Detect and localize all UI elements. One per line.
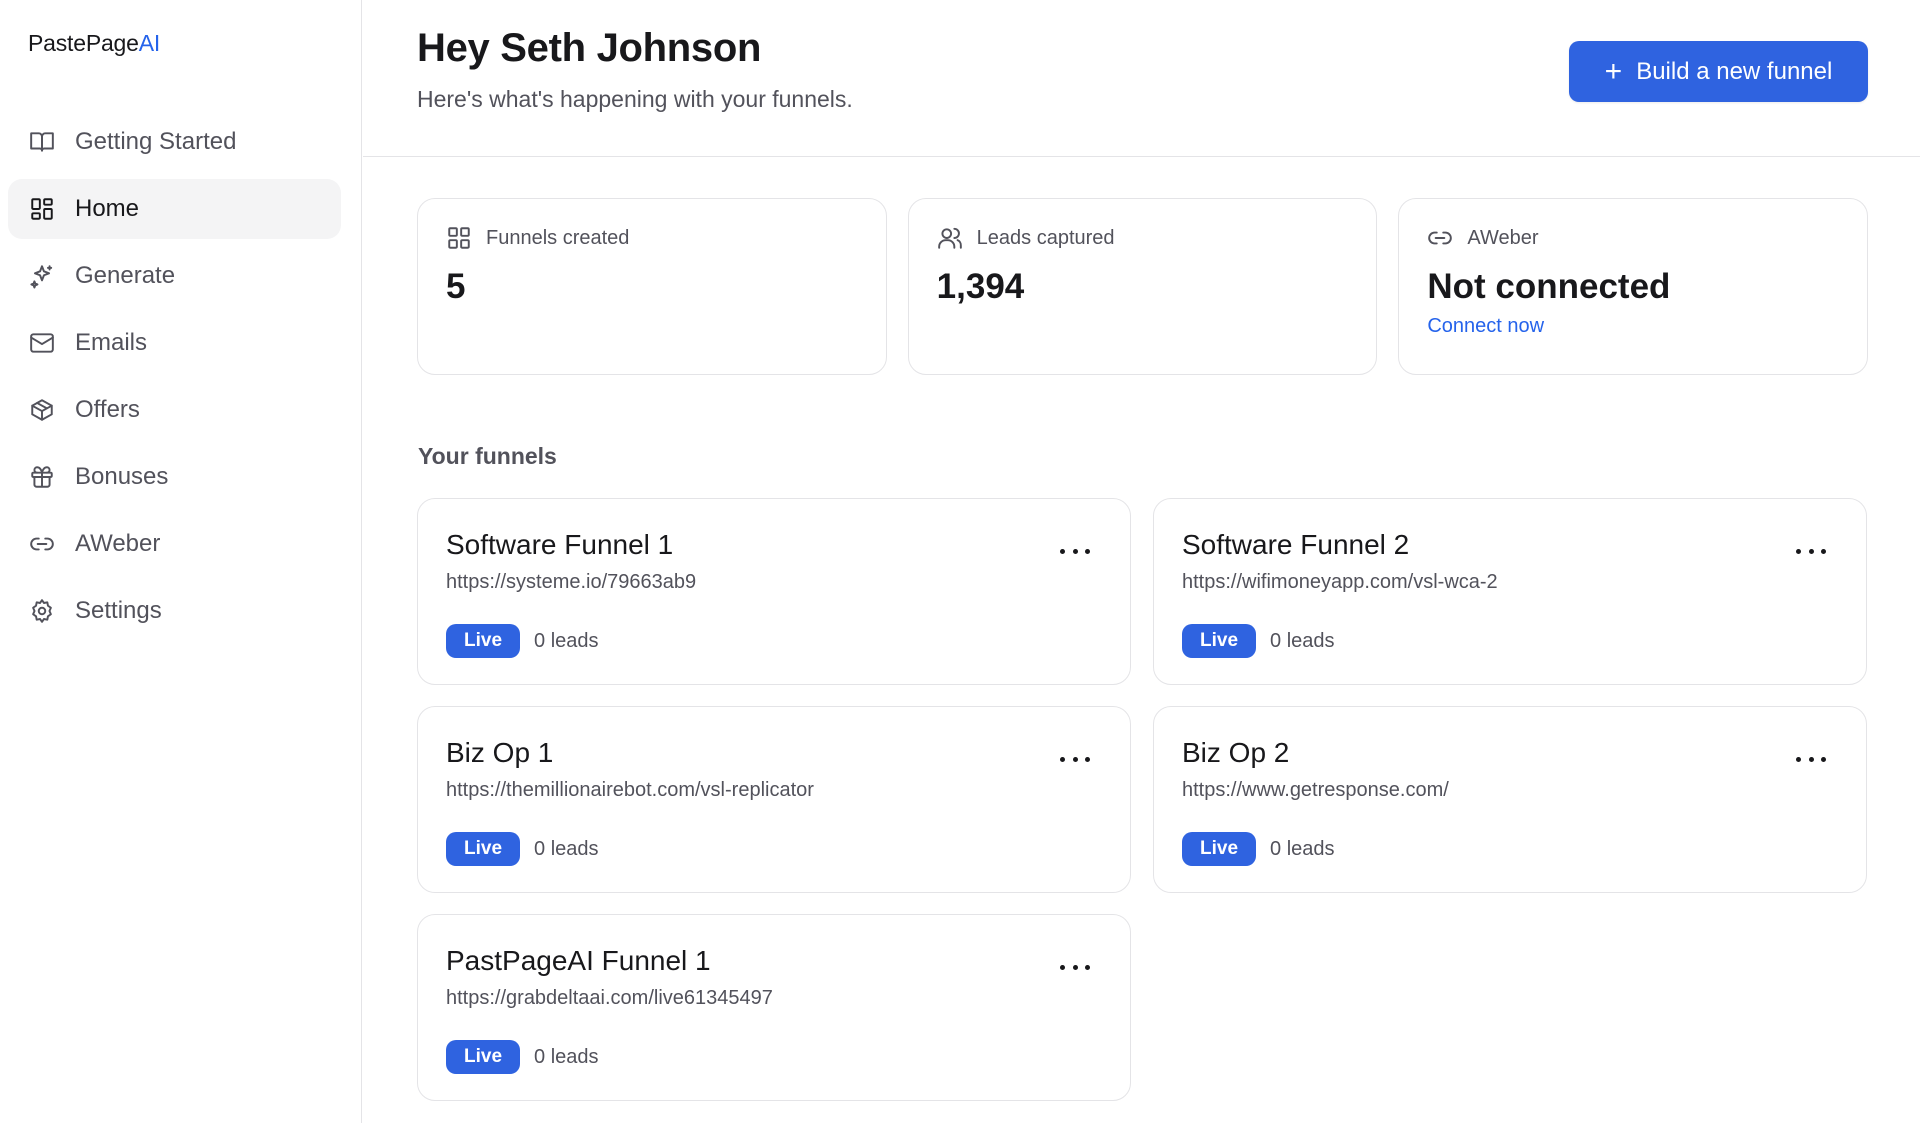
sidebar-item-label: AWeber [75, 530, 161, 557]
link-icon [1428, 231, 1453, 245]
funnel-name: PastPageAI Funnel 1 [446, 945, 711, 976]
gear-icon [28, 597, 56, 625]
funnels-grid: Software Funnel 1 https://systeme.io/796… [417, 498, 1868, 1101]
status-badge: Live [446, 1040, 521, 1074]
stat-card-leads: Leads captured 1,394 [907, 198, 1378, 375]
more-options-icon[interactable] [1060, 541, 1090, 561]
more-options-icon[interactable] [1060, 749, 1090, 769]
logo-accent: AI [138, 30, 161, 56]
page-subtitle: Here's what's happening with your funnel… [417, 86, 853, 112]
status-badge: Live [446, 624, 521, 658]
sidebar-item-emails[interactable]: Emails [8, 313, 341, 373]
leads-count: 0 leads [534, 837, 599, 860]
plus-icon: + [1604, 54, 1623, 88]
grid-icon [28, 195, 56, 223]
funnel-card[interactable]: Software Funnel 2 https://wifimoneyapp.c… [1153, 498, 1867, 685]
sidebar-item-label: Generate [75, 262, 176, 289]
page-title: Hey Seth Johnson [417, 26, 762, 70]
book-icon [28, 128, 56, 156]
funnel-url: https://grabdeltaai.com/live61345497 [446, 987, 773, 1009]
logo-text: PastePage [28, 30, 139, 56]
sidebar-item-label: Settings [75, 597, 162, 624]
link-icon [28, 530, 56, 558]
funnel-card[interactable]: Software Funnel 1 https://systeme.io/796… [417, 498, 1131, 685]
leads-count: 0 leads [534, 629, 599, 652]
funnel-url: https://systeme.io/79663ab9 [446, 571, 697, 593]
sidebar-item-label: Home [75, 195, 140, 222]
leads-count: 0 leads [534, 1045, 599, 1068]
stat-label: AWeber [1467, 226, 1539, 249]
stat-value: 1,394 [936, 267, 1025, 306]
sidebar-item-label: Bonuses [75, 463, 169, 490]
page-header: Hey Seth Johnson Here's what's happening… [363, 0, 1920, 157]
sidebar-item-getting-started[interactable]: Getting Started [8, 112, 341, 172]
more-options-icon[interactable] [1796, 541, 1826, 561]
package-icon [28, 396, 56, 424]
more-options-icon[interactable] [1796, 749, 1826, 769]
stat-label: Leads captured [976, 226, 1115, 249]
section-title: Your funnels [418, 443, 557, 469]
connect-now-link[interactable]: Connect now [1427, 315, 1544, 338]
sidebar-item-settings[interactable]: Settings [8, 581, 341, 641]
sidebar-item-aweber[interactable]: AWeber [8, 514, 341, 574]
sidebar-item-label: Offers [75, 396, 140, 423]
funnel-url: https://themillionairebot.com/vsl-replic… [446, 779, 814, 801]
sidebar: PastePageAI Getting Started Home Generat… [0, 0, 362, 1123]
stat-card-aweber: AWeber Not connected Connect now [1398, 198, 1869, 375]
app-logo[interactable]: PastePageAI [28, 30, 160, 57]
grid-icon [448, 227, 470, 249]
sparkle-icon [28, 262, 56, 290]
funnel-name: Software Funnel 2 [1182, 529, 1410, 560]
gift-icon [28, 463, 56, 491]
sidebar-item-label: Getting Started [75, 128, 237, 155]
stats-row: Funnels created 5 Leads captured 1,394 A… [417, 198, 1869, 375]
leads-count: 0 leads [1270, 837, 1335, 860]
users-icon [937, 227, 962, 249]
sidebar-item-label: Emails [75, 329, 148, 356]
stat-label: Funnels created [486, 226, 630, 249]
funnel-card[interactable]: Biz Op 2 https://www.getresponse.com/ Li… [1153, 706, 1867, 893]
funnel-card[interactable]: Biz Op 1 https://themillionairebot.com/v… [417, 706, 1131, 893]
stat-value: 5 [446, 267, 466, 306]
mail-icon [28, 329, 56, 357]
sidebar-item-offers[interactable]: Offers [8, 380, 341, 440]
stat-value: Not connected [1427, 267, 1671, 306]
stat-card-funnels: Funnels created 5 [417, 198, 887, 375]
status-badge: Live [1182, 624, 1257, 658]
funnel-name: Biz Op 2 [1182, 737, 1290, 768]
sidebar-item-home[interactable]: Home [8, 179, 341, 239]
sidebar-item-generate[interactable]: Generate [8, 246, 341, 306]
build-button-label: Build a new funnel [1636, 57, 1833, 85]
sidebar-nav: Getting Started Home Generate Emails Off… [8, 112, 341, 648]
more-options-icon[interactable] [1060, 957, 1090, 977]
build-new-funnel-button[interactable]: + Build a new funnel [1569, 41, 1868, 102]
funnel-name: Biz Op 1 [446, 737, 554, 768]
funnel-card[interactable]: PastPageAI Funnel 1 https://grabdeltaai.… [417, 914, 1131, 1101]
funnel-name: Software Funnel 1 [446, 529, 674, 560]
status-badge: Live [1182, 832, 1257, 866]
leads-count: 0 leads [1270, 629, 1335, 652]
funnel-url: https://wifimoneyapp.com/vsl-wca-2 [1182, 571, 1498, 593]
funnel-url: https://www.getresponse.com/ [1182, 779, 1449, 801]
sidebar-item-bonuses[interactable]: Bonuses [8, 447, 341, 507]
status-badge: Live [446, 832, 521, 866]
